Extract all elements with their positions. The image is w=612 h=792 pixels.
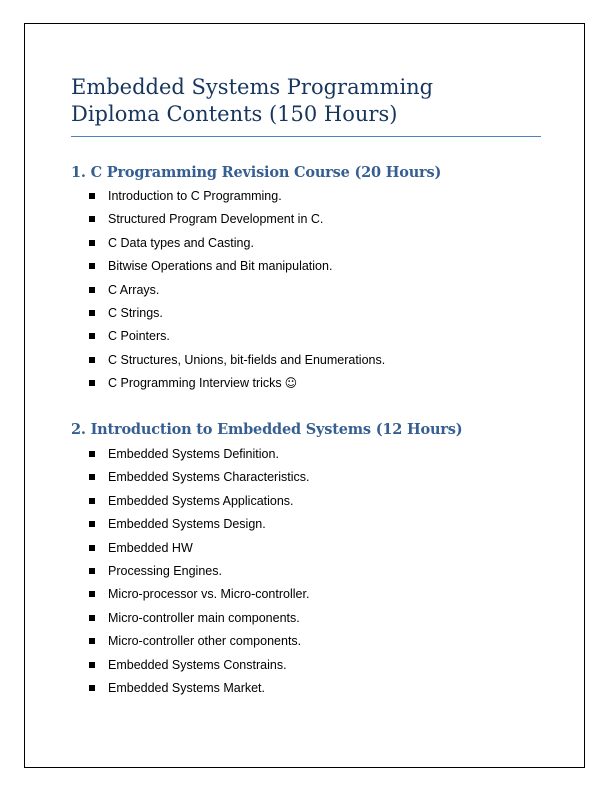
- list-item: Embedded Systems Definition.: [88, 445, 309, 468]
- document-title: Embedded Systems Programming Diploma Con…: [71, 74, 551, 128]
- list-item: Processing Engines.: [88, 562, 309, 585]
- list-item-text: C Pointers.: [108, 329, 170, 344]
- bullet-square-icon: [89, 544, 95, 551]
- list-item-text: Bitwise Operations and Bit manipulation.: [108, 259, 333, 274]
- list-item-text: C Strings.: [108, 305, 163, 320]
- bullet-square-icon: [89, 638, 95, 645]
- list-item: C Data types and Casting.: [88, 234, 385, 257]
- bullet-square-icon: [89, 661, 95, 668]
- bullet-square-icon: [89, 451, 95, 457]
- bullet-square-icon: [89, 497, 95, 504]
- bullet-square-icon: [89, 474, 95, 481]
- title-line-2: Diploma Contents (150 Hours): [71, 102, 398, 126]
- list-item: Bitwise Operations and Bit manipulation.: [88, 257, 385, 280]
- list-item-text: Micro-controller main components.: [108, 610, 300, 625]
- bullet-square-icon: [89, 356, 95, 363]
- bullet-square-icon: [89, 380, 95, 387]
- section-heading-c-programming: 1. C Programming Revision Course (20 Hou…: [71, 164, 442, 181]
- list-item: Embedded Systems Constrains.: [88, 656, 309, 679]
- list-item-text: C Structures, Unions, bit-fields and Enu…: [108, 352, 386, 367]
- list-item-text: Embedded Systems Design.: [108, 517, 266, 532]
- list-item: Embedded Systems Characteristics.: [88, 468, 309, 491]
- title-line-1: Embedded Systems Programming: [71, 75, 434, 99]
- list-item-text: C Programming Interview tricks: [108, 376, 282, 391]
- list-item-text: Structured Program Development in C.: [108, 212, 324, 227]
- bullet-square-icon: [89, 286, 95, 293]
- list-item: Micro-controller main components.: [88, 609, 309, 632]
- bullet-square-icon: [89, 239, 95, 246]
- list-item-text: Embedded HW: [108, 540, 193, 555]
- list-item-text: Embedded Systems Characteristics.: [108, 470, 310, 485]
- list-item: C Arrays.: [88, 281, 385, 304]
- bullet-square-icon: [89, 216, 95, 223]
- list-item: C Structures, Unions, bit-fields and Enu…: [88, 351, 385, 374]
- bullet-square-icon: [89, 309, 95, 316]
- list-item: Structured Program Development in C.: [88, 210, 385, 233]
- bullet-square-icon: [89, 684, 95, 691]
- list-item-text: Embedded Systems Constrains.: [108, 657, 287, 672]
- list-item-text: C Data types and Casting.: [108, 235, 254, 250]
- list-item: Embedded Systems Market.: [88, 679, 309, 702]
- list-item: Micro-processor vs. Micro-controller.: [88, 585, 309, 608]
- list-item: Embedded HW: [88, 539, 309, 562]
- bullet-square-icon: [89, 614, 95, 621]
- list-item: Embedded Systems Applications.: [88, 492, 309, 515]
- bullet-square-icon: [89, 333, 95, 340]
- bullet-square-icon: [89, 567, 95, 574]
- list-item-text: Embedded Systems Market.: [108, 680, 266, 695]
- list-item-text: Micro-processor vs. Micro-controller.: [108, 587, 310, 602]
- list-item-text: Introduction to C Programming.: [108, 189, 282, 203]
- bullet-square-icon: [89, 521, 95, 528]
- bullet-square-icon: [89, 263, 95, 270]
- list-item: Micro-controller other components.: [88, 632, 309, 655]
- section-list-embedded-intro: Embedded Systems Definition. Embedded Sy…: [88, 445, 309, 702]
- smiley-face-icon: ☺: [284, 376, 298, 391]
- list-item-text: Embedded Systems Applications.: [108, 493, 294, 508]
- list-item: C Strings.: [88, 304, 385, 327]
- list-item-text: C Arrays.: [108, 282, 160, 297]
- bullet-square-icon: [89, 193, 95, 199]
- list-item: Embedded Systems Design.: [88, 515, 309, 538]
- section-heading-embedded-intro: 2. Introduction to Embedded Systems (12 …: [71, 421, 463, 438]
- section-list-c-programming: Introduction to C Programming. Structure…: [88, 187, 385, 398]
- title-underline: [71, 136, 541, 137]
- list-item: Introduction to C Programming.: [88, 187, 385, 210]
- list-item-text: Micro-controller other components.: [108, 634, 302, 649]
- list-item-text: Processing Engines.: [108, 563, 222, 578]
- list-item-text: Embedded Systems Definition.: [108, 447, 279, 461]
- list-item: C Programming Interview tricks ☺: [88, 374, 385, 397]
- list-item: C Pointers.: [88, 327, 385, 350]
- bullet-square-icon: [89, 591, 95, 598]
